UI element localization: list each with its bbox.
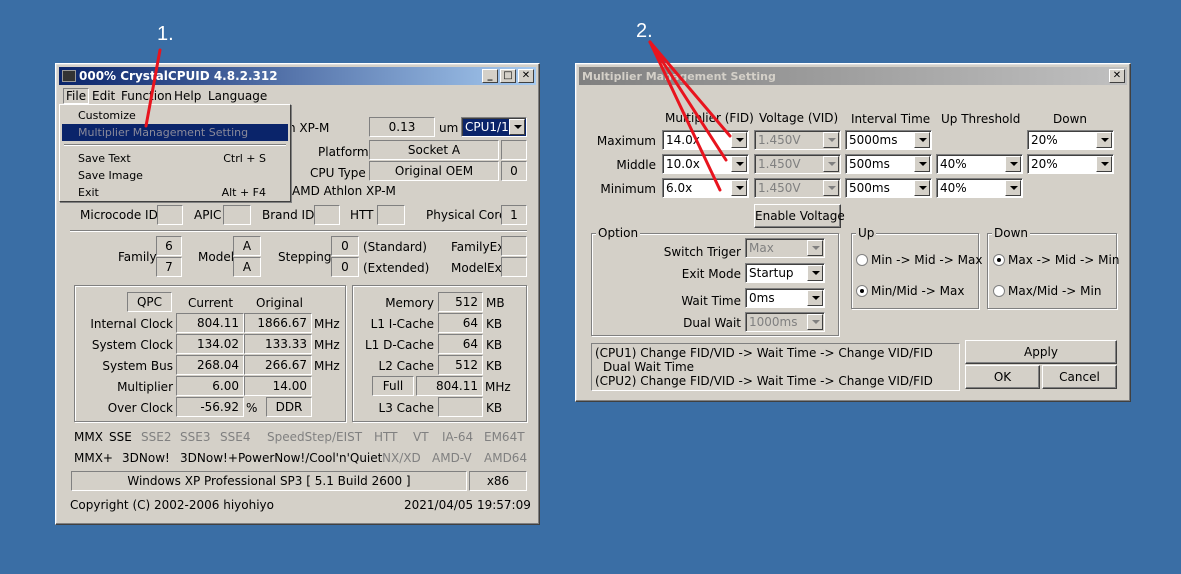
arrow-to-min-fid xyxy=(648,40,722,192)
arrow-to-menu xyxy=(144,48,162,128)
arrow-to-max-fid xyxy=(648,40,732,138)
arrow-to-mid-fid xyxy=(648,40,728,162)
annotation-arrows xyxy=(144,40,732,192)
